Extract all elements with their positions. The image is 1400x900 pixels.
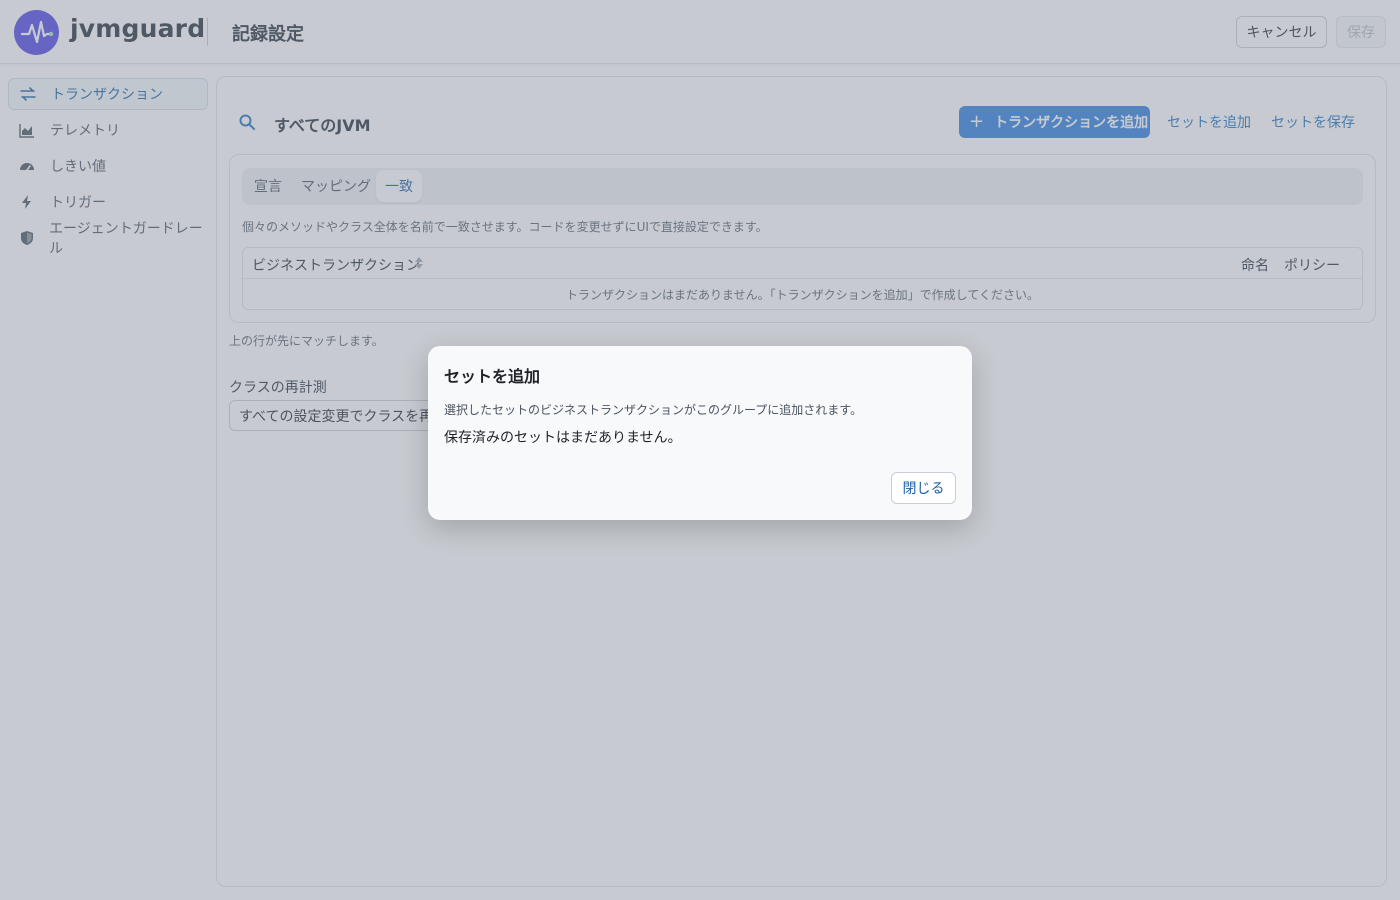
dialog-empty-message: 保存済みのセットはまだありません。 (444, 430, 682, 446)
close-button[interactable]: 閉じる (891, 472, 956, 504)
dialog-description: 選択したセットのビジネストランザクションがこのグループに追加されます。 (444, 403, 863, 417)
dialog-title: セットを追加 (444, 367, 541, 386)
add-set-dialog: セットを追加 選択したセットのビジネストランザクションがこのグループに追加されま… (428, 346, 972, 520)
